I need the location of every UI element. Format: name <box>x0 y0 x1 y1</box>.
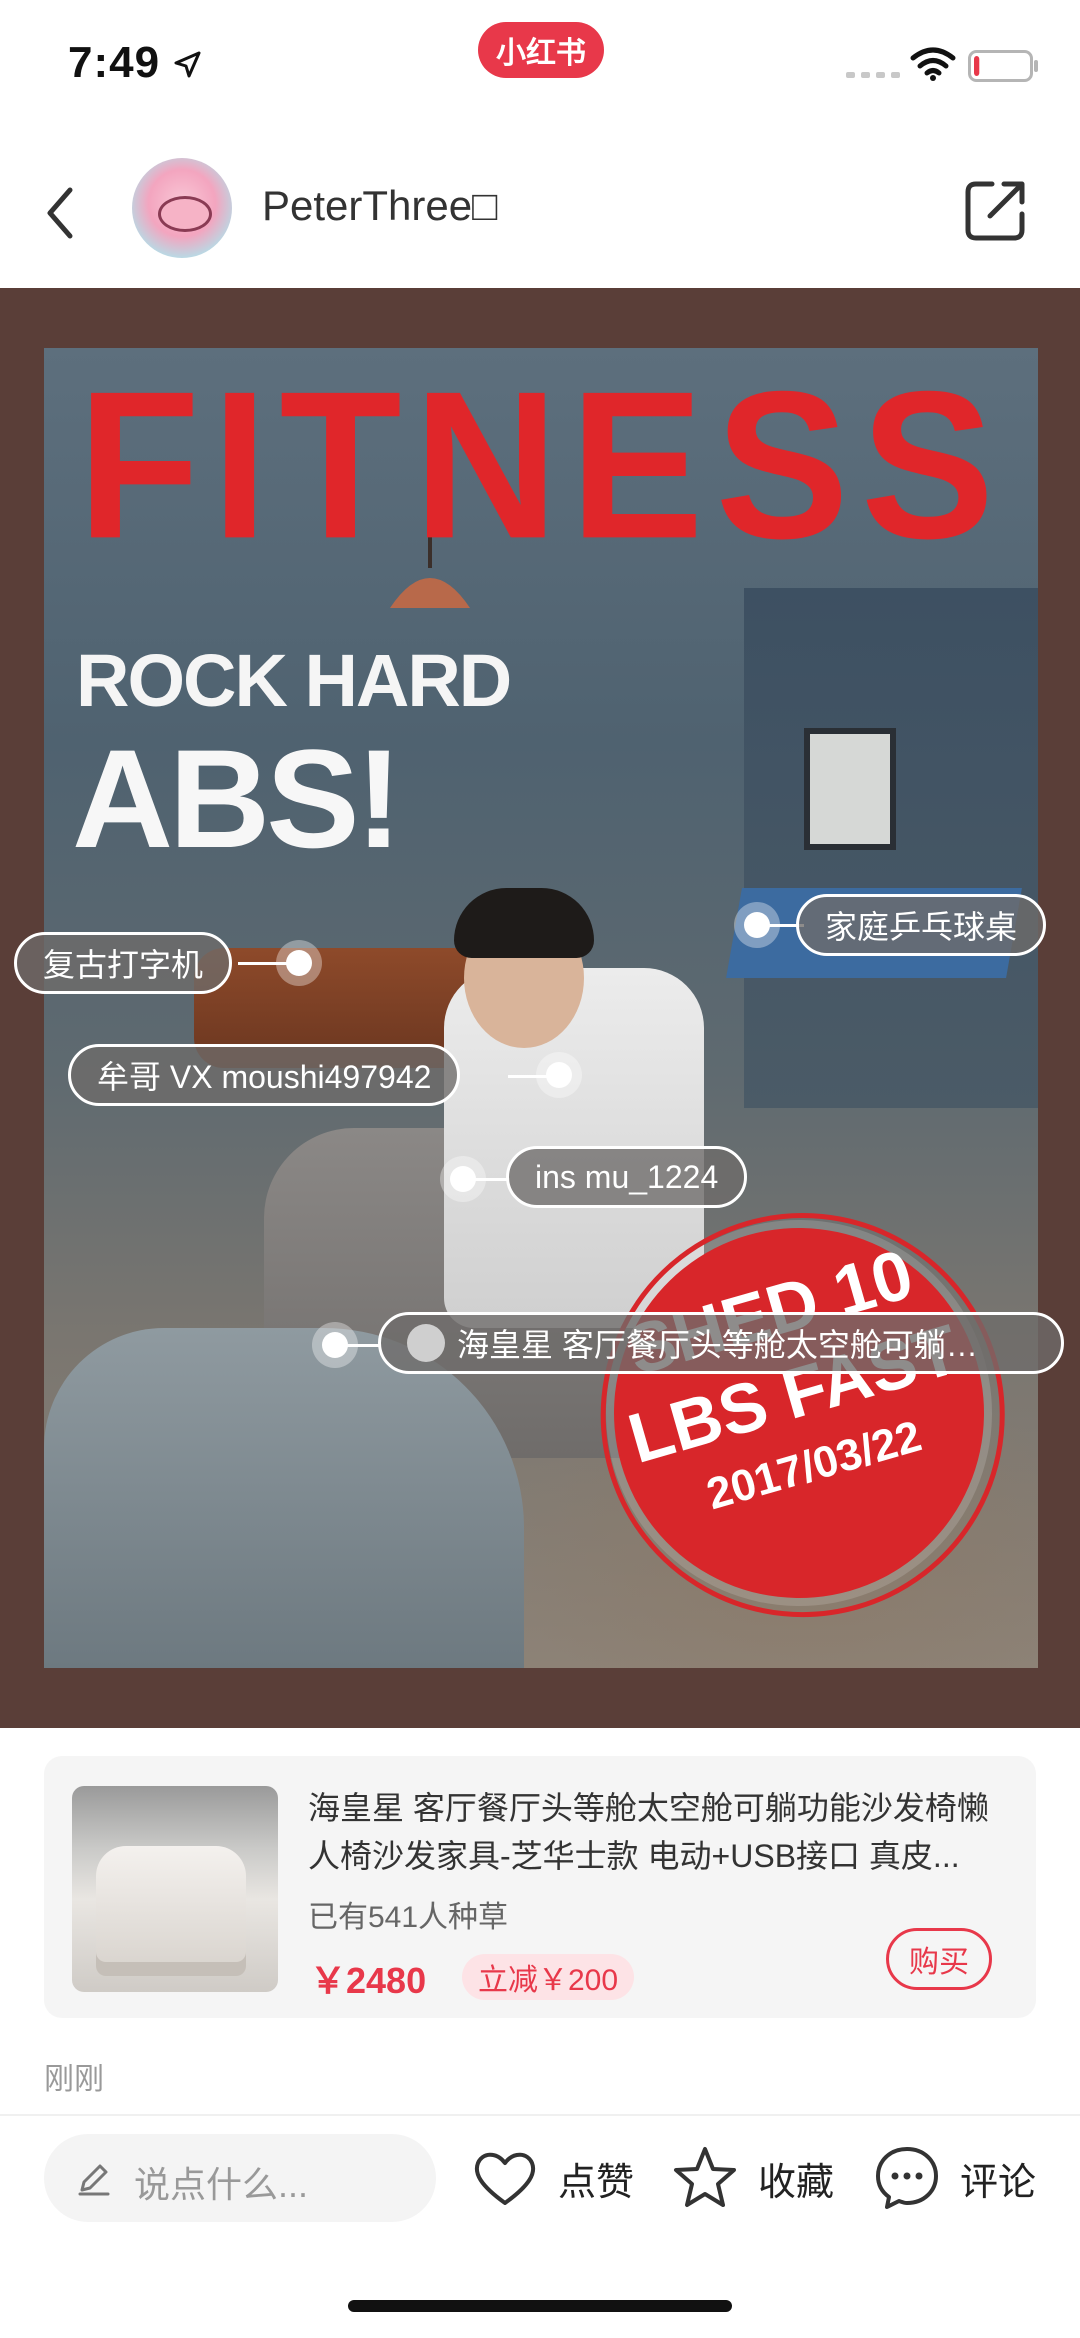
heart-icon <box>474 2152 536 2205</box>
tag-label: 复古打字机 <box>43 947 204 983</box>
discount-badge: 立减￥200 <box>462 1954 635 2000</box>
like-button[interactable]: 点赞 <box>470 2138 634 2218</box>
divider <box>0 2114 1080 2116</box>
poster-headline: FITNESS <box>77 348 1007 583</box>
poster-subhead-large: ABS! <box>72 720 402 877</box>
username[interactable]: PeterThree□ <box>262 182 497 230</box>
tag-dot <box>286 950 312 976</box>
post-time: 刚刚 <box>44 2063 104 2096</box>
sofa-foreground <box>44 1328 524 1668</box>
status-bar: 7:49 小红书 <box>0 0 1080 130</box>
tag-dot <box>744 912 770 938</box>
comment-button[interactable]: 评论 <box>872 2138 1036 2218</box>
tag-instagram[interactable]: ins mu_1224 <box>506 1146 748 1208</box>
tag-label: ins mu_1224 <box>535 1158 719 1195</box>
app-badge: 小红书 <box>478 22 604 78</box>
person-hair <box>454 888 594 958</box>
comment-placeholder: 说点什么... <box>134 2164 309 2205</box>
tag-product-sofa[interactable]: 海皇星 客厅餐厅头等舱太空舱可躺… <box>378 1312 1064 1374</box>
collect-button[interactable]: 收藏 <box>670 2138 834 2218</box>
pencil-icon <box>78 2164 110 2196</box>
tag-pingpong-table[interactable]: 家庭乒乓球桌 <box>796 894 1047 956</box>
like-label: 点赞 <box>558 2161 635 2204</box>
tag-dot <box>546 1062 572 1088</box>
status-time: 7:49 <box>68 38 161 87</box>
product-interest-count: 已有541人种草 <box>308 1901 509 1934</box>
back-icon[interactable] <box>36 178 86 248</box>
tag-dot <box>450 1166 476 1192</box>
product-chair-image <box>96 1846 246 1976</box>
poster-subhead: ROCK HARD <box>76 639 512 722</box>
poster: FITNESS ROCK HARD ABS! SHED 10 LBS FAST … <box>44 348 1038 1668</box>
signal-icon <box>846 72 900 78</box>
product-thumbnail[interactable] <box>72 1786 278 1992</box>
tag-label: 牟哥 VX moushi497942 <box>97 1059 432 1095</box>
wall-picture <box>804 728 896 850</box>
star-icon <box>674 2147 736 2207</box>
tag-typewriter[interactable]: 复古打字机 <box>14 932 233 994</box>
product-title[interactable]: 海皇星 客厅餐厅头等舱太空舱可躺功能沙发椅懒人椅沙发家具-芝华士款 电动+USB… <box>308 1784 1008 1880</box>
share-icon[interactable] <box>962 176 1030 244</box>
product-card[interactable]: 海皇星 客厅餐厅头等舱太空舱可躺功能沙发椅懒人椅沙发家具-芝华士款 电动+USB… <box>44 1756 1036 2018</box>
home-indicator <box>348 2300 732 2312</box>
chat-bubble-icon <box>876 2147 938 2209</box>
tag-product-thumbnail <box>407 1324 445 1362</box>
comment-input[interactable]: 说点什么... <box>44 2134 436 2222</box>
tag-contact[interactable]: 牟哥 VX moushi497942 <box>68 1044 461 1106</box>
buy-button[interactable]: 购买 <box>886 1928 992 1990</box>
battery-icon <box>968 50 1038 82</box>
post-image[interactable]: FITNESS ROCK HARD ABS! SHED 10 LBS FAST … <box>0 288 1080 1728</box>
tag-dot <box>322 1332 348 1358</box>
tag-label: 家庭乒乓球桌 <box>825 909 1018 945</box>
collect-label: 收藏 <box>758 2161 835 2204</box>
product-price: ￥2480 <box>310 1960 427 2001</box>
location-arrow-icon <box>174 51 201 78</box>
comment-label: 评论 <box>960 2161 1037 2204</box>
wifi-icon <box>910 47 956 81</box>
avatar[interactable] <box>132 158 232 258</box>
post-header: PeterThree□ <box>0 150 1080 280</box>
tag-label: 海皇星 客厅餐厅头等舱太空舱可躺… <box>457 1327 978 1363</box>
